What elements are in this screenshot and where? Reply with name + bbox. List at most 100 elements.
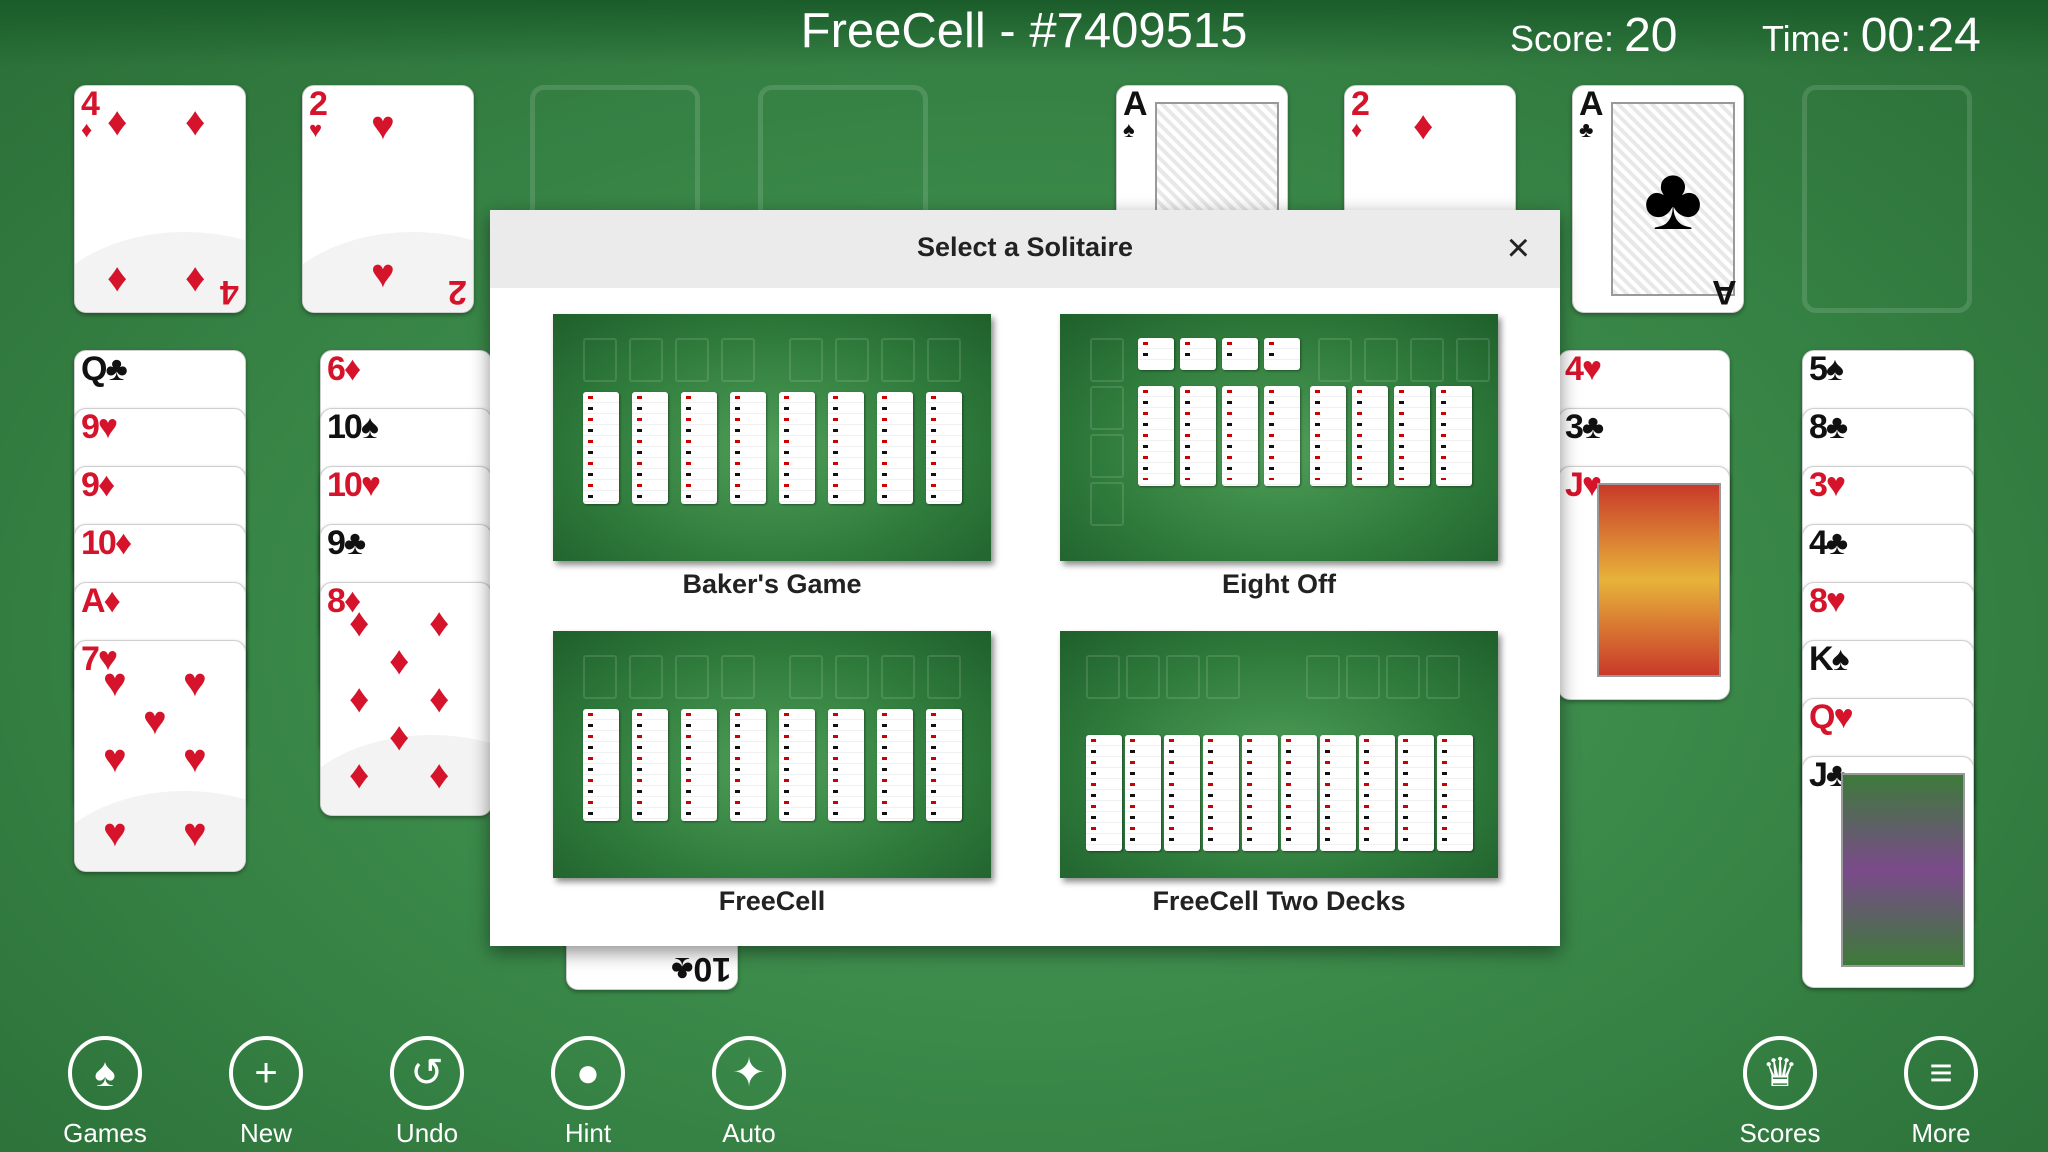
mini-slot [1318, 338, 1352, 382]
heart-pip-icon: ♥ [371, 104, 395, 148]
mini-slot [1426, 655, 1460, 699]
mini-card-column [779, 392, 815, 504]
mini-card-column [1138, 338, 1174, 370]
mini-slot [927, 338, 961, 382]
dialog-header: Select a Solitaire × [490, 210, 1560, 288]
hint-label: Hint [564, 1118, 612, 1148]
heart-pip-icon: ♥ [183, 661, 207, 705]
mini-card-column [1086, 735, 1122, 851]
game-option-freecell[interactable]: FreeCell [553, 631, 991, 917]
card-label: 10♠ [327, 408, 379, 446]
mini-card-column [1352, 386, 1388, 486]
tableau-card[interactable]: J♣ [1802, 756, 1974, 988]
diamond-pip-icon: ♦ [1413, 104, 1434, 148]
more-button[interactable]: ≡ More [1886, 1036, 1996, 1149]
new-label: New [239, 1118, 292, 1148]
tableau-card[interactable]: J♥ [1558, 466, 1730, 700]
freecell-2-card[interactable]: 2 ♥ ♥ ♥ 2 [302, 85, 474, 313]
tableau-card[interactable]: 7♥ ♥ ♥ ♥ ♥ ♥ ♥ ♥ [74, 640, 246, 872]
mini-slot [629, 655, 663, 699]
foundation-3-card[interactable]: A ♣ ♣ A [1572, 85, 1744, 313]
scores-button[interactable]: ♛ Scores [1725, 1036, 1835, 1149]
score-display: Score: 20 [1510, 8, 1677, 63]
game-title: FreeCell - #7409515 [800, 4, 1248, 58]
mini-card-column [926, 709, 962, 821]
card-label: 3♣ [1565, 408, 1604, 446]
mini-card-column [1310, 386, 1346, 486]
mini-card-column [1359, 735, 1395, 851]
diamond-pip-icon: ♦ [389, 715, 410, 759]
freecell-1-card[interactable]: 4 ♦ ♦ ♦ ♦ ♦ 4 [74, 85, 246, 313]
mini-slot [835, 655, 869, 699]
mini-card-column [1203, 735, 1239, 851]
mini-slot [1166, 655, 1200, 699]
mini-card-column [583, 392, 619, 504]
card-rank: 4 ♦ [81, 85, 100, 142]
menu-icon: ≡ [1904, 1036, 1978, 1110]
card-label: 5♠ [1809, 350, 1844, 388]
mini-slot [1364, 338, 1398, 382]
mini-card-column [681, 392, 717, 504]
mini-card-column [1394, 386, 1430, 486]
mini-slot [675, 655, 709, 699]
freecell-thumbnail [553, 631, 991, 878]
mini-card-column [730, 392, 766, 504]
card-label: 3♥ [1809, 466, 1846, 504]
mini-card-column [828, 392, 864, 504]
card-rank: 2 ♦ [1351, 85, 1370, 142]
mini-slot [789, 338, 823, 382]
diamond-pip-icon: ♦ [185, 256, 206, 300]
close-icon[interactable]: × [1507, 228, 1530, 268]
heart-pip-icon: ♥ [103, 811, 127, 855]
diamond-pip-icon: ♦ [349, 753, 370, 797]
mini-card-column [583, 709, 619, 821]
undo-button[interactable]: ↺ Undo [372, 1036, 482, 1149]
tableau-card[interactable]: 8♦ ♦ ♦ ♦ ♦ ♦ ♦ ♦ ♦ [320, 582, 492, 816]
mini-card-column [1180, 386, 1216, 486]
diamond-pip-icon: ♦ [349, 601, 370, 645]
mini-card-column [681, 709, 717, 821]
mini-slot [1456, 338, 1490, 382]
diamond-pip-icon: ♦ [349, 677, 370, 721]
heart-pip-icon: ♥ [371, 252, 395, 296]
game-option-label: FreeCell [718, 886, 826, 916]
mini-card-column [632, 709, 668, 821]
card-label: 4♣ [1809, 524, 1848, 562]
games-button[interactable]: ♠ Games [50, 1036, 160, 1149]
game-option-bakers-game[interactable]: Baker's Game [553, 314, 991, 600]
foundation-4-empty[interactable] [1802, 85, 1972, 313]
diamond-pip-icon: ♦ [107, 256, 128, 300]
mini-card-column [730, 709, 766, 821]
game-option-eight-off[interactable]: Eight Off [1060, 314, 1498, 600]
mini-card-column [877, 709, 913, 821]
mini-slot [1126, 655, 1160, 699]
hint-button[interactable]: ● Hint [533, 1036, 643, 1149]
magic-wand-icon: ✦ [712, 1036, 786, 1110]
mini-slot [1086, 655, 1120, 699]
crown-icon: ♛ [1743, 1036, 1817, 1110]
mini-slot [629, 338, 663, 382]
heart-pip-icon: ♥ [183, 737, 207, 781]
card-label: 10♦ [81, 524, 132, 562]
mini-card-column [877, 392, 913, 504]
diamond-pip-icon: ♦ [389, 639, 410, 683]
card-art: ♣ [1611, 102, 1735, 296]
auto-button[interactable]: ✦ Auto [694, 1036, 804, 1149]
mini-card-column [1222, 338, 1258, 370]
mini-slot [1090, 482, 1124, 526]
card-rank-bottom: A [1712, 273, 1737, 311]
mini-card-column [1320, 735, 1356, 851]
card-label: 9♣ [327, 524, 366, 562]
card-rank: A ♠ [1123, 85, 1148, 142]
mini-card-column [1281, 735, 1317, 851]
card-rank: A ♣ [1579, 85, 1604, 142]
mini-slot [1410, 338, 1444, 382]
heart-pip-icon: ♥ [103, 661, 127, 705]
mini-card-column [632, 392, 668, 504]
new-button[interactable]: + New [211, 1036, 321, 1149]
mini-card-column [1125, 735, 1161, 851]
card-label: 6♦ [327, 350, 361, 388]
game-option-freecell-two-decks[interactable]: FreeCell Two Decks [1060, 631, 1498, 917]
lightbulb-icon: ● [551, 1036, 625, 1110]
auto-label: Auto [722, 1118, 776, 1148]
